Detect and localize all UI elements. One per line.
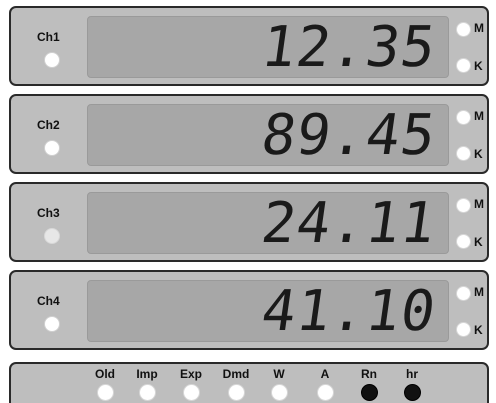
indicator-w-led [270,384,288,401]
channel-3-panel: Ch3 24.11 M K [9,182,489,262]
indicator-exp: Exp [169,367,213,401]
channel-2-mega-led [456,110,471,125]
indicator-dmd: Dmd [214,367,258,401]
channel-3-kilo-led [456,234,471,249]
channel-3-indicator-led [44,228,60,244]
channel-1-kilo-label: K [474,59,483,73]
indicator-rn-label: Rn [361,367,377,381]
indicator-rn: Rn [347,367,391,401]
indicator-a: A [303,367,347,401]
indicator-w: W [257,367,301,401]
indicator-hr-led [403,384,421,401]
indicator-old: Old [83,367,127,401]
indicator-hr-label: hr [406,367,418,381]
channel-3-kilo-label: K [474,235,483,249]
channel-2-panel: Ch2 89.45 M K [9,94,489,174]
channel-1-value: 12.35 [257,16,441,78]
indicator-a-label: A [320,367,330,381]
channel-4-label: Ch4 [37,294,60,308]
channel-2-label: Ch2 [37,118,60,132]
channel-3-mega-led [456,198,471,213]
channel-1-label: Ch1 [37,30,60,44]
indicator-old-led [96,384,114,401]
channel-2-indicator-led [44,140,60,156]
channel-2-display: 89.45 [87,104,449,166]
channel-4-kilo-led [456,322,471,337]
channel-1-kilo-led [456,58,471,73]
channel-4-value: 41.10 [257,280,441,342]
indicator-old-label: Old [95,367,115,381]
channel-3-value: 24.11 [257,192,441,254]
channel-1-mega-label: M [474,21,484,35]
channel-4-kilo-label: K [474,323,483,337]
channel-3-display: 24.11 [87,192,449,254]
indicator-rn-led [360,384,378,401]
channel-1-indicator-led [44,52,60,68]
indicator-hr: hr [390,367,434,401]
channel-1-mega-led [456,22,471,37]
channel-4-indicator-led [44,316,60,332]
channel-3-label: Ch3 [37,206,60,220]
status-indicator-strip: Old Imp Exp Dmd W A Rn hr [9,362,489,403]
channel-1-display: 12.35 [87,16,449,78]
channel-4-panel: Ch4 41.10 M K [9,270,489,350]
channel-3-mega-label: M [474,197,484,211]
indicator-imp-led [138,384,156,401]
indicator-a-led [316,384,334,401]
channel-2-value: 89.45 [257,104,441,166]
indicator-imp: Imp [125,367,169,401]
indicator-w-label: W [273,367,285,381]
channel-4-mega-led [456,286,471,301]
indicator-imp-label: Imp [136,367,158,381]
indicator-dmd-label: Dmd [222,367,250,381]
channel-2-kilo-label: K [474,147,483,161]
indicator-exp-led [182,384,200,401]
indicator-dmd-led [227,384,245,401]
indicator-exp-label: Exp [179,367,202,381]
channel-4-display: 41.10 [87,280,449,342]
channel-1-panel: Ch1 12.35 M K [9,6,489,86]
channel-2-kilo-led [456,146,471,161]
channel-4-mega-label: M [474,285,484,299]
channel-2-mega-label: M [474,109,484,123]
